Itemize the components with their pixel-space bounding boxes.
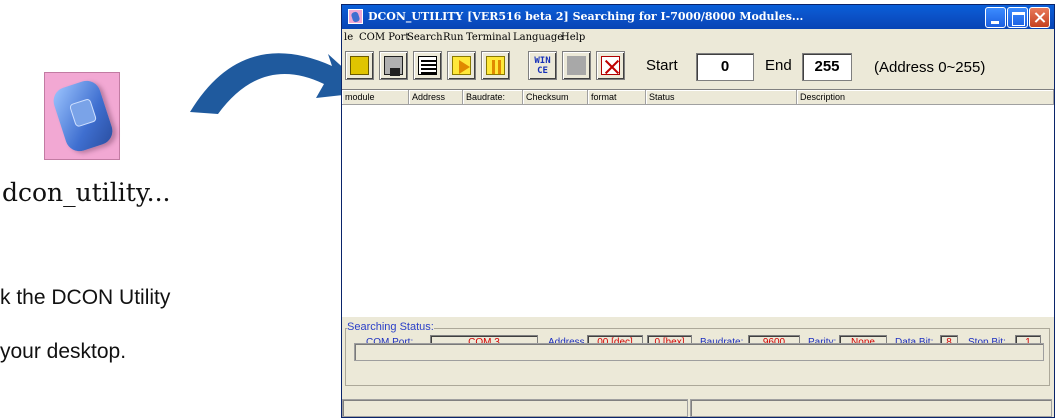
status-pane-right [690,399,1052,417]
menu-language[interactable]: Language [513,32,563,43]
save-button[interactable] [379,51,408,80]
app-icon[interactable] [348,9,363,24]
save-icon [384,56,403,76]
list-icon [418,56,437,75]
column-description[interactable]: Description [797,90,1054,105]
instruction-line-1: k the DCON Utility [0,286,171,309]
window-title: DCON_UTILITY [VER516 beta 2] Searching f… [368,10,804,23]
end-label: End [765,57,792,74]
menu-file[interactable]: le [344,32,353,43]
column-baudrate[interactable]: Baudrate: [463,90,523,105]
list-button[interactable] [413,51,442,80]
menu-bar: le COM Port Search Run Terminal Language… [342,29,1054,47]
column-checksum[interactable]: Checksum [523,90,588,105]
column-status[interactable]: Status [646,90,797,105]
module-list[interactable]: module Address Baudrate: Checksum format… [342,89,1054,317]
status-bar [342,397,1054,417]
column-format[interactable]: format [588,90,646,105]
dcon-utility-window: DCON_UTILITY [VER516 beta 2] Searching f… [341,4,1055,418]
wince-button[interactable]: WIN CE [528,51,557,80]
pause-button[interactable] [481,51,510,80]
toolbar: WIN CE Start 0 End 255 (Address 0~255) [342,47,1054,87]
desktop-icon-caption: dcon_utility... [2,178,171,207]
menu-terminal[interactable]: Terminal [466,32,511,43]
wince-text-1: WIN [534,56,551,66]
wince-text-2: CE [537,66,548,76]
minimize-button[interactable] [985,7,1006,28]
menu-com-port[interactable]: COM Port [359,32,409,43]
play-icon [452,56,471,75]
exit-button[interactable] [596,51,625,80]
open-folder-icon [350,56,369,75]
close-button[interactable] [1029,7,1050,28]
pause-icon [486,56,505,75]
start-address-input[interactable]: 0 [696,53,754,81]
blank-icon [567,56,586,75]
column-address[interactable]: Address [409,90,463,105]
open-button[interactable] [345,51,374,80]
start-label: Start [646,57,678,74]
maximize-button[interactable] [1007,7,1028,28]
io-module-icon [49,77,117,155]
end-address-input[interactable]: 255 [802,53,852,81]
blank-button[interactable] [562,51,591,80]
list-header: module Address Baudrate: Checksum format… [342,90,1054,105]
address-range-hint: (Address 0~255) [874,59,986,76]
exit-icon [601,56,620,75]
instruction-line-2: your desktop. [0,340,127,363]
search-start-button[interactable] [447,51,476,80]
column-module[interactable]: module [342,90,409,105]
status-pane-left [342,399,688,417]
searching-status-title: Searching Status: [347,321,434,333]
menu-run[interactable]: Run [443,32,463,43]
title-bar[interactable]: DCON_UTILITY [VER516 beta 2] Searching f… [342,5,1054,29]
wince-icon: WIN CE [533,56,552,76]
search-progress-bar [354,343,1044,361]
menu-help[interactable]: Help [561,32,585,43]
menu-search[interactable]: Search [407,32,443,43]
dcon-utility-desktop-icon[interactable] [44,72,120,160]
